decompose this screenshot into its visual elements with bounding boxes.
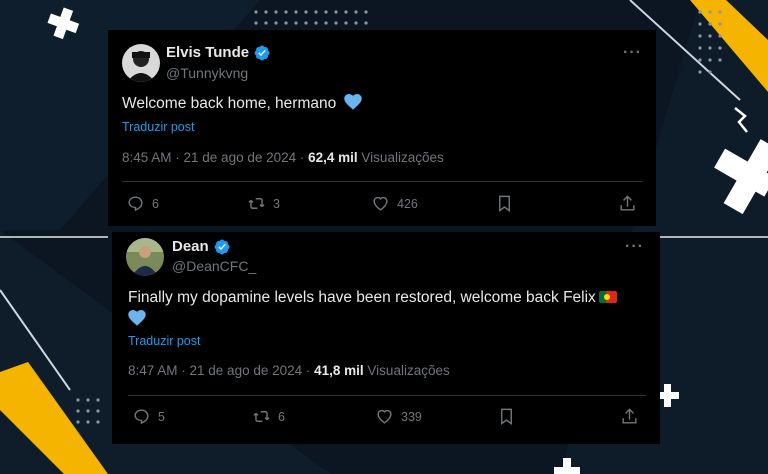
more-options-icon[interactable]: ··· [623,44,642,62]
share-button[interactable] [620,407,639,426]
view-count: 41,8 mil [314,363,364,378]
like-button[interactable]: 426 [371,194,418,213]
post-timestamp[interactable]: 8:47 AM · 21 de ago de 2024 · [128,363,314,378]
author-handle[interactable]: @DeanCFC_ [172,258,256,274]
more-options-icon[interactable]: ··· [625,238,644,256]
tweet-card: Dean @DeanCFC_ ··· Finally my dopamine l… [112,232,660,444]
views-label: Visualizações [357,150,444,165]
translate-post-link[interactable]: Traduzir post [128,334,200,348]
verified-badge-icon [254,45,270,60]
share-button[interactable] [618,194,637,213]
repost-button[interactable]: 3 [247,194,280,213]
post-timestamp[interactable]: 8:45 AM · 21 de ago de 2024 · [122,150,308,165]
heart-icon [377,409,392,424]
views-label: Visualizações [363,363,450,378]
divider [122,181,642,182]
heart-icon [373,196,388,211]
post-meta: 8:47 AM · 21 de ago de 2024 · 41,8 mil V… [128,363,450,378]
author-name[interactable]: Dean [172,238,209,255]
post-text: Finally my dopamine levels have been res… [128,287,638,331]
blue-heart-icon [128,310,146,326]
avatar[interactable] [122,44,160,82]
bookmark-icon [499,195,510,213]
divider [128,395,646,396]
post-text: Welcome back home, hermano [122,93,362,115]
view-count: 62,4 mil [308,150,358,165]
tweet-card: Elvis Tunde @Tunnykvng ··· Welcome back … [108,30,656,226]
reply-icon [128,196,143,212]
avatar[interactable] [126,238,164,276]
blue-heart-icon [343,94,362,110]
bookmark-button[interactable] [497,407,516,426]
share-icon [622,408,637,424]
verified-badge-icon [214,239,230,254]
repost-button[interactable]: 6 [252,407,285,426]
repost-icon [248,198,265,209]
reply-icon [134,409,149,425]
post-meta: 8:45 AM · 21 de ago de 2024 · 62,4 mil V… [122,150,444,165]
repost-icon [253,411,270,422]
like-button[interactable]: 339 [375,407,422,426]
author-handle[interactable]: @Tunnykvng [166,65,248,81]
author-name[interactable]: Elvis Tunde [166,44,249,61]
bookmark-icon [501,408,512,426]
portugal-flag-icon [598,291,617,303]
translate-post-link[interactable]: Traduzir post [122,120,194,134]
reply-button[interactable]: 6 [126,194,159,213]
reply-button[interactable]: 5 [132,407,165,426]
share-icon [620,195,635,211]
bookmark-button[interactable] [495,194,514,213]
